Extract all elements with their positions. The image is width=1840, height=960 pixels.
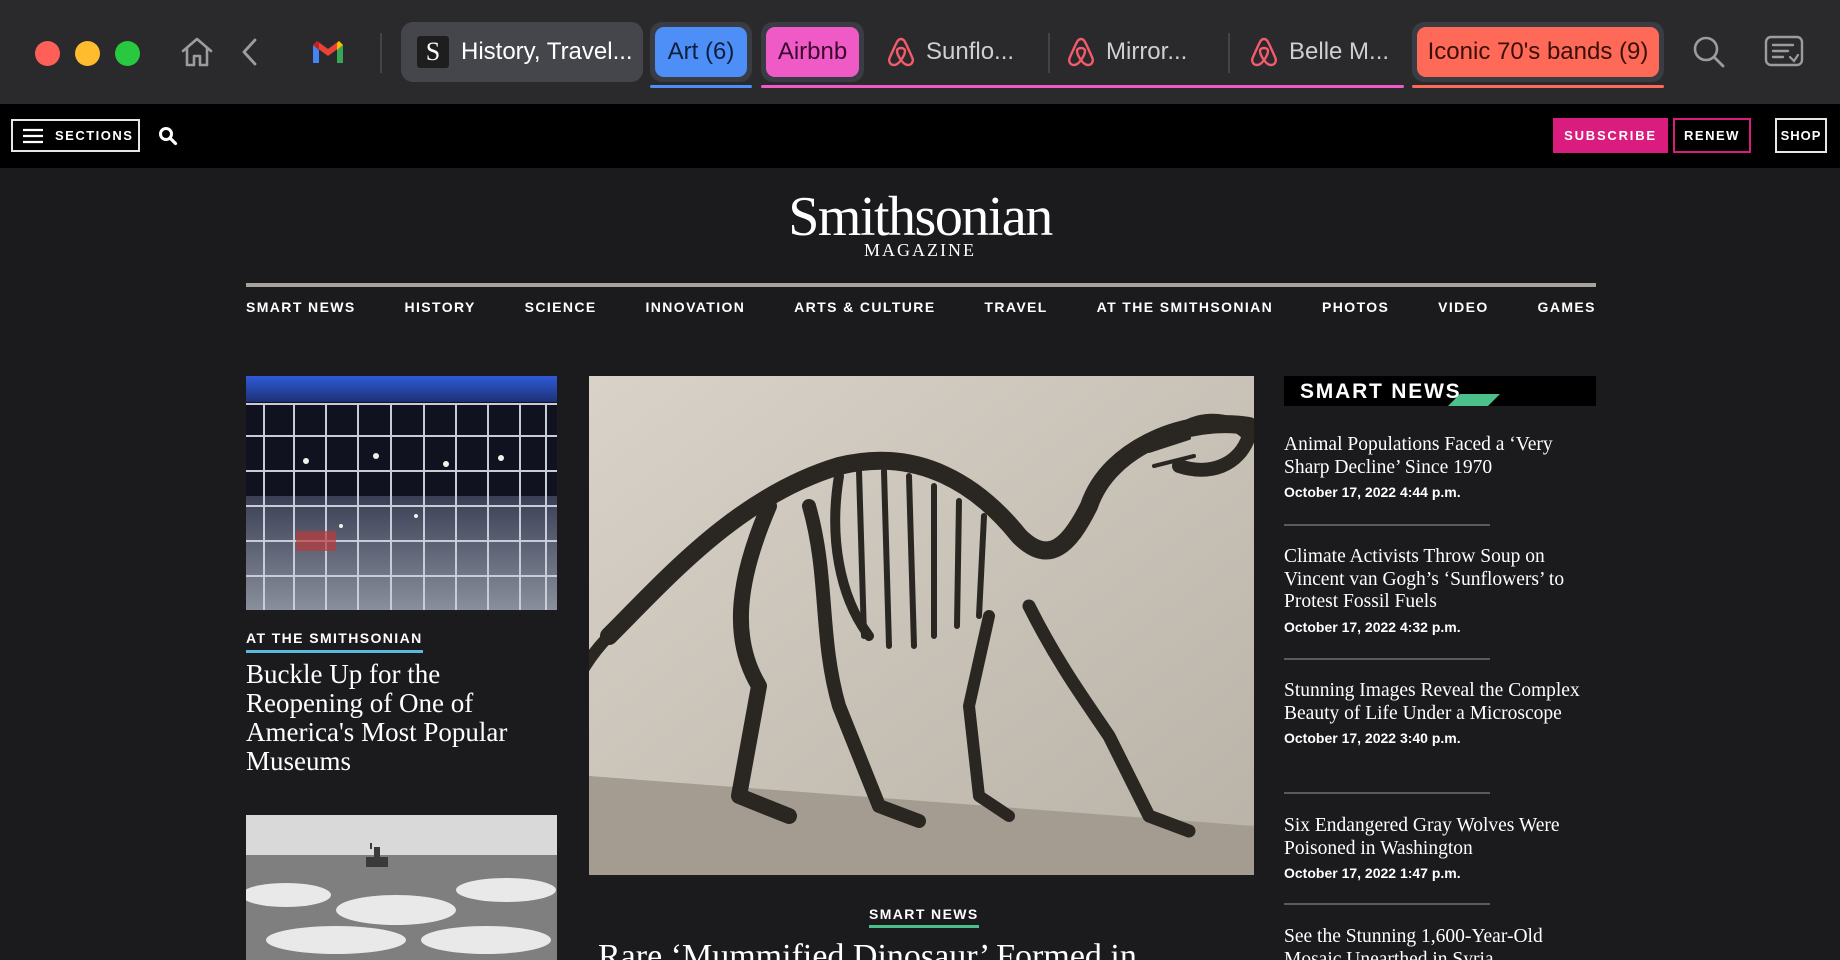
feature-category-link[interactable]: SMART NEWS xyxy=(869,906,979,928)
smart-news-headline[interactable]: See the Stunning 1,600-Year-Old Mosaic U… xyxy=(1284,926,1596,960)
search-icon[interactable] xyxy=(1687,30,1731,74)
smart-news-headline[interactable]: Stunning Images Reveal the Complex Beaut… xyxy=(1284,680,1596,725)
maximize-window-button[interactable] xyxy=(115,41,140,66)
close-window-button[interactable] xyxy=(35,41,60,66)
sections-label: SECTIONS xyxy=(55,128,134,143)
museum-interior-image[interactable] xyxy=(246,376,557,610)
nav-history[interactable]: HISTORY xyxy=(405,299,476,315)
left-story-headline-link[interactable]: Buckle Up for the Reopening of One of Am… xyxy=(246,660,546,776)
nav-photos[interactable]: PHOTOS xyxy=(1322,299,1389,315)
tab-group-art[interactable]: Art (6) xyxy=(650,22,752,82)
smart-news-date: October 17, 2022 1:47 p.m. xyxy=(1284,865,1461,881)
tab-group-label: Airbnb xyxy=(777,38,848,65)
back-arrow-icon[interactable] xyxy=(228,30,272,74)
smart-news-title[interactable]: SMART NEWS xyxy=(1300,380,1462,404)
feature-headline-link[interactable]: Rare ‘Mummified Dinosaur’ Formed in xyxy=(598,938,1248,960)
nav-arts-culture[interactable]: ARTS & CULTURE xyxy=(794,299,935,315)
tab-mirror[interactable]: Mirror... xyxy=(1066,22,1216,82)
tab-belle[interactable]: Belle M... xyxy=(1249,22,1399,82)
tab-divider xyxy=(1228,33,1230,73)
nav-science[interactable]: SCIENCE xyxy=(525,299,597,315)
tab-label: Mirror... xyxy=(1106,38,1188,65)
nav-smart-news[interactable]: SMART NEWS xyxy=(246,299,356,315)
tab-group-underline xyxy=(650,85,752,88)
gmail-icon[interactable] xyxy=(306,30,350,74)
smart-news-headline[interactable]: Six Endangered Gray Wolves Were Poisoned… xyxy=(1284,815,1596,860)
shop-button[interactable]: SHOP xyxy=(1775,118,1827,153)
tab-group-airbnb[interactable]: Airbnb xyxy=(761,22,864,82)
tab-history-travel[interactable]: S History, Travel... xyxy=(401,22,643,82)
smart-news-item[interactable]: Animal Populations Faced a ‘Very Sharp D… xyxy=(1284,434,1596,500)
smart-news-date: October 17, 2022 3:40 p.m. xyxy=(1284,730,1461,746)
smart-news-divider xyxy=(1284,524,1490,526)
sections-menu-button[interactable]: SECTIONS xyxy=(11,119,140,152)
toolbar-divider xyxy=(380,33,382,73)
nav-games[interactable]: GAMES xyxy=(1538,299,1596,315)
tab-group-label: Iconic 70's bands (9) xyxy=(1427,38,1649,65)
tab-label: History, Travel... xyxy=(461,38,633,65)
nav-innovation[interactable]: INNOVATION xyxy=(645,299,745,315)
smart-news-header: SMART NEWS xyxy=(1284,376,1596,406)
tab-divider xyxy=(1048,33,1050,73)
icebreaker-ship-image[interactable] xyxy=(246,815,557,960)
search-icon[interactable] xyxy=(158,126,178,146)
smart-news-headline[interactable]: Climate Activists Throw Soup on Vincent … xyxy=(1284,546,1596,614)
smithsonian-logo[interactable]: Smithsonian MAGAZINE xyxy=(760,188,1080,261)
airbnb-icon xyxy=(888,37,914,67)
tab-label: Belle M... xyxy=(1289,38,1390,65)
smart-news-item[interactable]: Stunning Images Reveal the Complex Beaut… xyxy=(1284,680,1596,746)
smart-news-divider xyxy=(1284,903,1490,905)
dinosaur-skeleton-image[interactable] xyxy=(589,376,1254,875)
smart-news-date: October 17, 2022 4:44 p.m. xyxy=(1284,484,1461,500)
smart-news-item[interactable]: Climate Activists Throw Soup on Vincent … xyxy=(1284,546,1596,635)
nav-at-the-smithsonian[interactable]: AT THE SMITHSONIAN xyxy=(1097,299,1274,315)
smithsonian-favicon-icon: S xyxy=(417,36,449,68)
smart-news-item[interactable]: See the Stunning 1,600-Year-Old Mosaic U… xyxy=(1284,926,1596,960)
smart-news-headline[interactable]: Animal Populations Faced a ‘Very Sharp D… xyxy=(1284,434,1596,479)
left-story-category-link[interactable]: AT THE SMITHSONIAN xyxy=(246,630,423,653)
browser-toolbar: S History, Travel... Art (6) Airbnb Sunf… xyxy=(0,0,1840,104)
tab-label: Sunflo... xyxy=(926,38,1015,65)
airbnb-icon xyxy=(1068,37,1094,67)
site-header-bar: SECTIONS SUBSCRIBE RENEW SHOP xyxy=(0,104,1840,168)
smart-news-date: October 17, 2022 4:32 p.m. xyxy=(1284,618,1461,635)
tab-sunflo[interactable]: Sunflo... xyxy=(886,22,1036,82)
smart-news-divider xyxy=(1284,792,1490,794)
tab-group-iconic-70s-bands[interactable]: Iconic 70's bands (9) xyxy=(1412,22,1664,82)
renew-button[interactable]: RENEW xyxy=(1673,118,1751,153)
main-nav: SMART NEWS HISTORY SCIENCE INNOVATION AR… xyxy=(246,299,1596,315)
nav-travel[interactable]: TRAVEL xyxy=(984,299,1047,315)
smart-news-divider xyxy=(1284,658,1490,660)
logo-wordmark: Smithsonian xyxy=(788,186,1053,248)
minimize-window-button[interactable] xyxy=(75,41,100,66)
tab-group-underline xyxy=(761,85,1404,88)
airbnb-icon xyxy=(1251,37,1277,67)
nav-divider xyxy=(246,283,1596,287)
home-icon[interactable] xyxy=(175,30,219,74)
subscribe-button[interactable]: SUBSCRIBE xyxy=(1553,118,1668,153)
smart-news-item[interactable]: Six Endangered Gray Wolves Were Poisoned… xyxy=(1284,815,1596,881)
hamburger-icon xyxy=(23,128,43,143)
tab-group-underline xyxy=(1412,85,1664,88)
nav-video[interactable]: VIDEO xyxy=(1438,299,1489,315)
tab-overview-icon[interactable] xyxy=(1762,30,1806,74)
tab-group-label: Art (6) xyxy=(667,38,735,65)
